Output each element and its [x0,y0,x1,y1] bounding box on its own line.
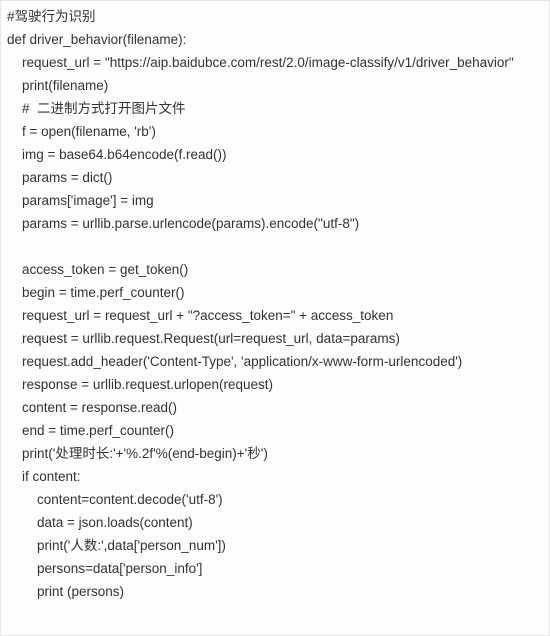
code-block: #驾驶行为识别 def driver_behavior(filename): r… [1,1,549,611]
